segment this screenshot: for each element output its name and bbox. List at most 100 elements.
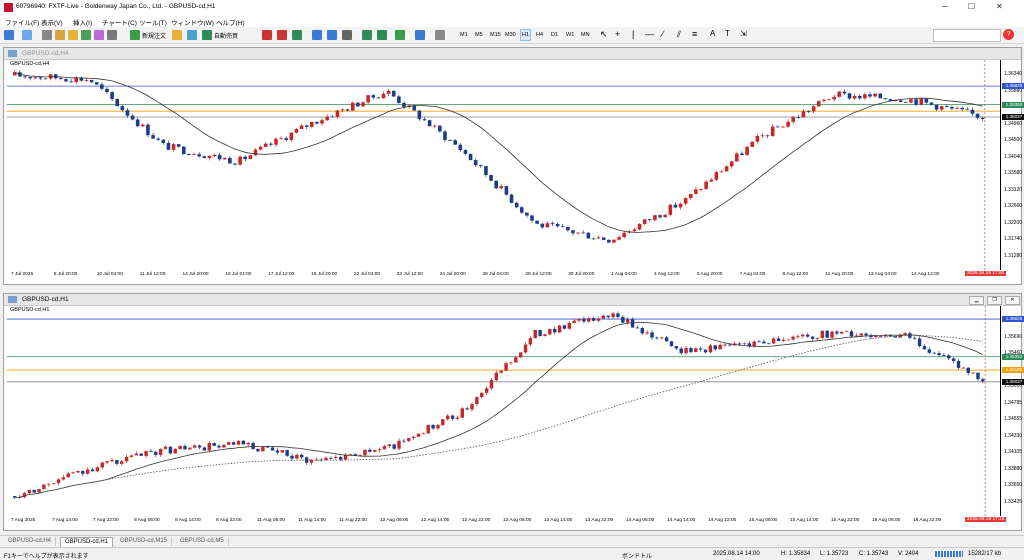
price-tick-label: 1.35690: [1004, 333, 1023, 340]
candle-body: [290, 455, 294, 459]
history-icon[interactable]: [107, 30, 117, 40]
cursor-icon[interactable]: ↖: [600, 29, 608, 40]
chart-window-icon: [8, 296, 17, 303]
timeframe-h4[interactable]: H4: [535, 30, 544, 40]
timeframe-mn[interactable]: MN: [580, 30, 591, 40]
candle-body: [448, 140, 452, 141]
candle-body: [904, 102, 908, 103]
timeframe-d1[interactable]: D1: [550, 30, 559, 40]
timeframe-m1[interactable]: M1: [459, 30, 469, 40]
search-field[interactable]: [933, 29, 1001, 42]
candle-body: [475, 397, 479, 405]
price-chart-h4[interactable]: [7, 60, 1000, 270]
candle-body: [85, 469, 90, 474]
chart-area-h4[interactable]: GBPUSD-cd,H4 1.363401.358801.354201.3496…: [7, 60, 1024, 282]
horizontal-line-icon[interactable]: —: [645, 29, 654, 39]
vertical-line-icon[interactable]: |: [632, 29, 634, 39]
maximize-icon[interactable]: ☐: [968, 2, 975, 11]
chart-restore-icon[interactable]: ❐: [987, 296, 1002, 305]
auto-trading-icon[interactable]: [202, 30, 212, 40]
candle-body: [275, 450, 280, 453]
candle-body: [163, 446, 168, 449]
navigator-icon[interactable]: [68, 30, 78, 40]
candle-body: [786, 121, 790, 127]
candle-body: [504, 363, 508, 371]
candle-body: [822, 99, 826, 101]
candle-body: [480, 392, 484, 398]
new-order-button[interactable]: 新規注文: [142, 31, 166, 40]
chart-area-h1[interactable]: GBPUSD-cd,H1 1.359151.356901.354601.3523…: [7, 306, 1024, 528]
crosshair-icon[interactable]: +: [615, 29, 620, 39]
timeframe-h1[interactable]: H1: [520, 29, 532, 41]
time-tick-label: 7 Aug 04:00: [739, 272, 766, 277]
candlestick-icon[interactable]: [277, 30, 287, 40]
menu-window[interactable]: ウィンドウ(W): [171, 17, 214, 27]
auto-scroll-icon[interactable]: [362, 30, 372, 40]
text-icon[interactable]: A: [710, 29, 715, 38]
chart-close-icon[interactable]: ✕: [1005, 296, 1020, 305]
candle-body: [713, 345, 717, 350]
candle-body: [591, 238, 596, 240]
templates-icon[interactable]: [435, 30, 445, 40]
chart-window-h1[interactable]: GBPUSD-cd,H1 ▁ ❐ ✕ GBPUSD-cd,H1 1.359151…: [3, 293, 1024, 531]
candle-body: [635, 327, 640, 329]
profiles-icon[interactable]: [22, 30, 32, 40]
terminal-icon[interactable]: [81, 30, 91, 40]
candle-body: [422, 119, 427, 121]
candle-body: [130, 115, 135, 120]
tab-gbpusd-m5[interactable]: GBPUSD-cd,M5: [176, 537, 229, 546]
line-chart-icon[interactable]: [292, 30, 302, 40]
menu-view[interactable]: 表示(V): [41, 17, 63, 27]
timeframe-m15[interactable]: M15: [489, 30, 502, 40]
tab-gbpusd-h1[interactable]: GBPUSD-cd,H1: [60, 537, 114, 547]
zoom-in-icon[interactable]: [312, 30, 322, 40]
candle-body: [854, 335, 859, 337]
candle-body: [514, 357, 518, 363]
help-search-icon[interactable]: ?: [1003, 29, 1014, 40]
timeframe-w1[interactable]: W1: [565, 30, 575, 40]
timeframe-m30[interactable]: M30: [504, 30, 517, 40]
candle-body: [431, 424, 435, 429]
indicators-icon[interactable]: [395, 30, 405, 40]
price-tick-label: 1.33650: [1004, 482, 1023, 489]
metaeditor-icon[interactable]: [172, 30, 182, 40]
label-icon[interactable]: T: [725, 29, 730, 38]
menu-tools[interactable]: ツール(T): [139, 17, 167, 27]
bar-chart-icon[interactable]: [262, 30, 272, 40]
chart-window-caption[interactable]: GBPUSD-cd,H1 ▁ ❐ ✕: [4, 294, 1021, 306]
candle-body: [703, 349, 708, 353]
chart-window-caption[interactable]: GBPUSD-cd,H4: [4, 48, 1021, 60]
minimize-icon[interactable]: ─: [942, 2, 948, 11]
new-order-icon[interactable]: [130, 30, 140, 40]
time-tick-label: 16 Jul 04:00: [225, 272, 252, 277]
zoom-out-icon[interactable]: [327, 30, 337, 40]
timeframe-m5[interactable]: M5: [474, 30, 484, 40]
trendline-icon[interactable]: ⁄: [662, 29, 664, 39]
fibonacci-icon[interactable]: ≡: [692, 29, 697, 39]
menu-chart[interactable]: チャート(C): [102, 17, 137, 27]
close-icon[interactable]: ✕: [996, 2, 1003, 11]
menu-insert[interactable]: 挿入(I): [73, 17, 92, 27]
market-watch-icon[interactable]: [42, 30, 52, 40]
channel-icon[interactable]: ⫽: [677, 29, 681, 40]
chart-minimize-icon[interactable]: ▁: [969, 296, 984, 305]
chart-shift-icon[interactable]: [377, 30, 387, 40]
data-window-icon[interactable]: [55, 30, 65, 40]
arrows-icon[interactable]: ⇲: [740, 29, 747, 38]
chart-window-h4[interactable]: GBPUSD-cd,H4 GBPUSD-cd,H4 1.36340 1.35880…: [3, 47, 1024, 285]
candle-body: [149, 451, 153, 452]
signals-icon[interactable]: [187, 30, 197, 40]
tile-windows-icon[interactable]: [342, 30, 352, 40]
time-tick-label: 13 Aug 06:00: [503, 518, 532, 523]
tab-gbpusd-h4[interactable]: GBPUSD-cd,H4: [4, 537, 57, 546]
new-chart-icon[interactable]: [4, 30, 14, 40]
price-chart-h1[interactable]: [7, 306, 1000, 516]
menu-file[interactable]: ファイル(F): [5, 17, 39, 27]
tab-gbpusd-m15[interactable]: GBPUSD-cd,M15: [116, 537, 173, 546]
tester-icon[interactable]: [94, 30, 104, 40]
periods-icon[interactable]: [415, 30, 425, 40]
menu-help[interactable]: ヘルプ(H): [216, 17, 245, 27]
candle-body: [421, 433, 426, 435]
candle-body: [811, 106, 816, 112]
auto-trading-button[interactable]: 自動売買: [214, 31, 238, 40]
